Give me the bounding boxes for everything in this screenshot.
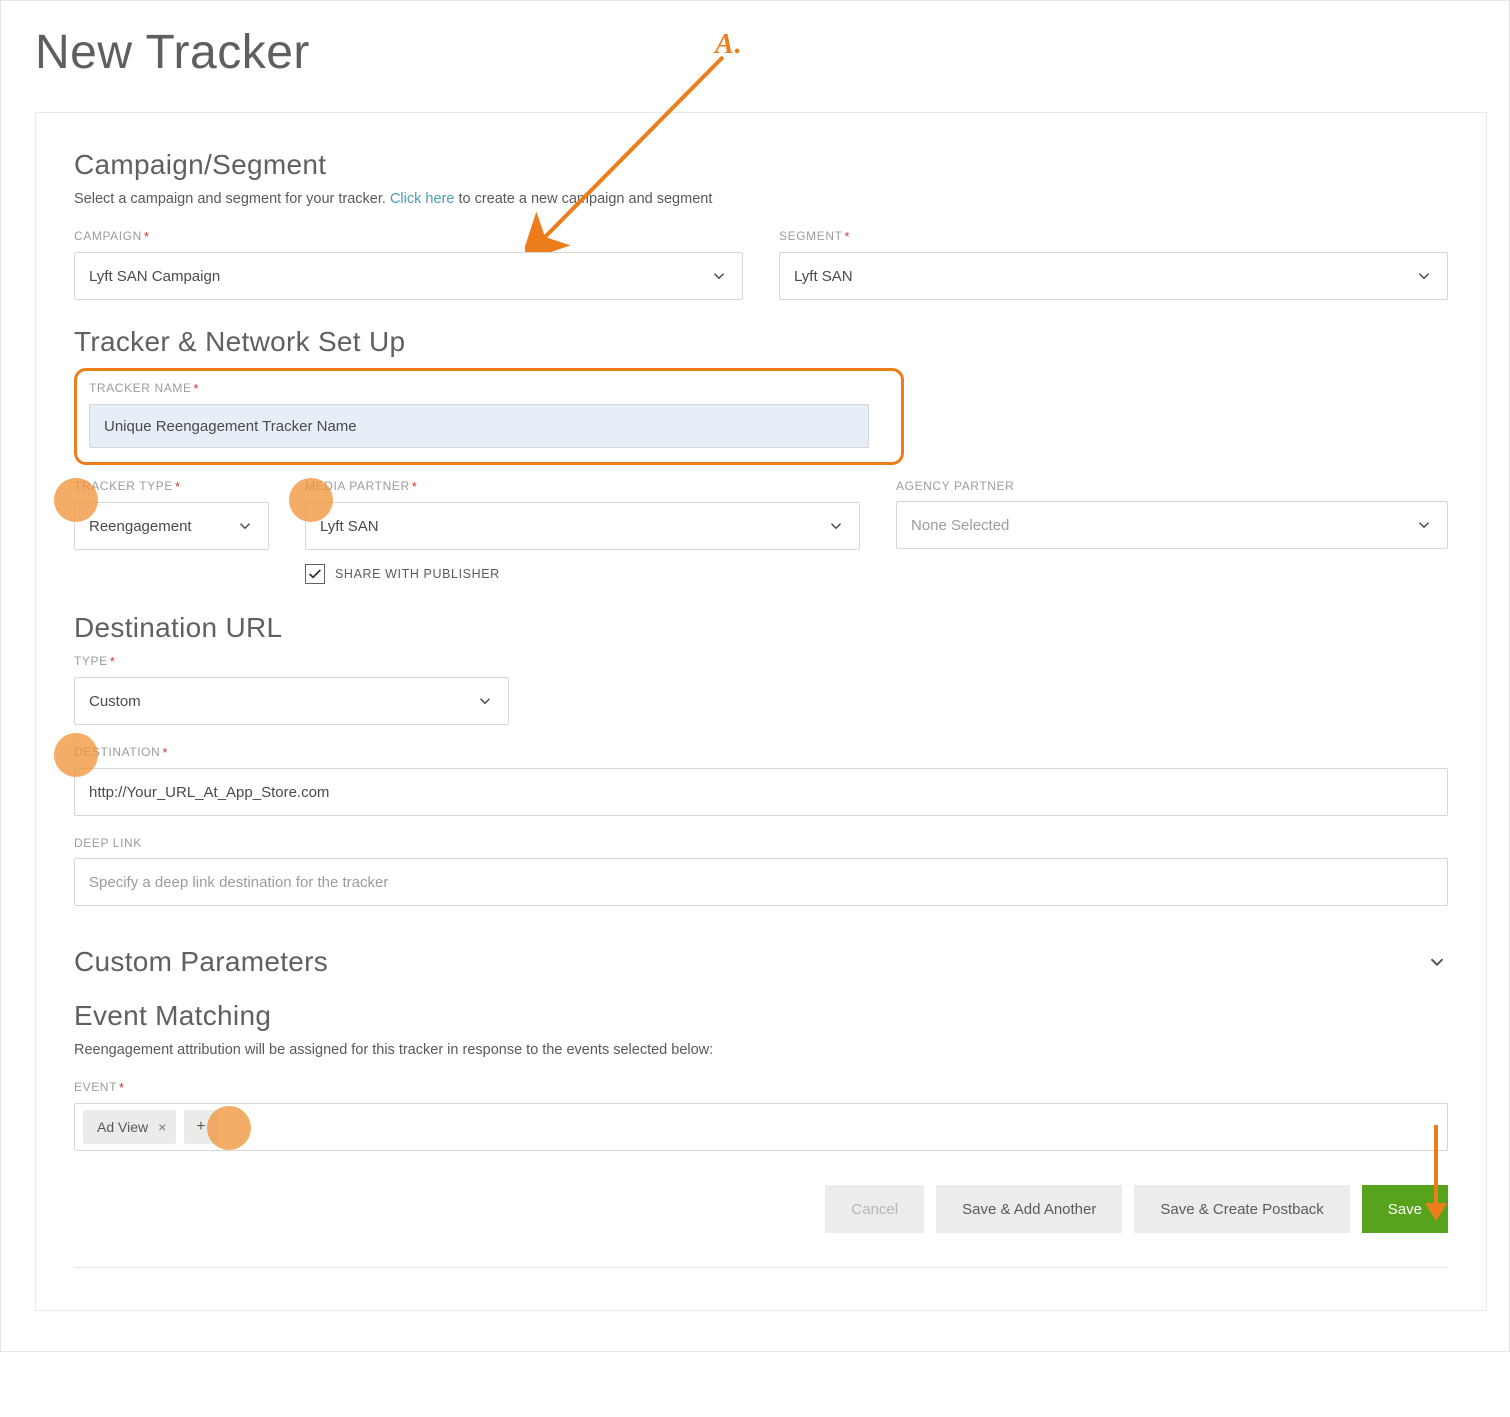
event-section-title: Event Matching <box>74 1000 1448 1032</box>
save-button[interactable]: Save <box>1362 1185 1448 1233</box>
chevron-down-icon <box>236 517 254 535</box>
cancel-button[interactable]: Cancel <box>825 1185 924 1233</box>
media-partner-label: MEDIA PARTNER* <box>305 479 860 494</box>
tracker-type-value: Reengagement <box>89 518 192 535</box>
tracker-section-title: Tracker & Network Set Up <box>74 326 1448 358</box>
tracker-type-label: TRACKER TYPE* <box>74 479 269 494</box>
campaign-subtitle-post: to create a new campaign and segment <box>454 191 712 207</box>
agency-partner-value: None Selected <box>911 517 1009 534</box>
annotation-a-label: A. <box>715 29 743 61</box>
tracker-type-select[interactable]: Reengagement <box>74 502 269 550</box>
campaign-select-value: Lyft SAN Campaign <box>89 268 220 285</box>
tracker-name-highlight: TRACKER NAME* <box>74 368 904 465</box>
save-create-postback-button[interactable]: Save & Create Postback <box>1134 1185 1349 1233</box>
campaign-section-title: Campaign/Segment <box>74 149 1448 181</box>
tracker-name-input[interactable] <box>89 404 869 448</box>
agency-partner-select[interactable]: None Selected <box>896 501 1448 549</box>
event-chip-value: Ad View <box>97 1119 148 1135</box>
deep-link-label: DEEP LINK <box>74 836 1448 850</box>
chevron-down-icon <box>1415 516 1433 534</box>
create-campaign-link[interactable]: Click here <box>390 191 454 207</box>
event-section-subtitle: Reengagement attribution will be assigne… <box>74 1042 1448 1058</box>
chevron-down-icon <box>827 517 845 535</box>
chevron-down-icon <box>476 692 494 710</box>
destination-label: DESTINATION* <box>74 745 1448 760</box>
plus-icon: + <box>196 1118 205 1136</box>
campaign-section-subtitle: Select a campaign and segment for your t… <box>74 191 1448 207</box>
segment-select-value: Lyft SAN <box>794 268 853 285</box>
chip-remove-icon[interactable]: × <box>158 1119 166 1135</box>
event-add-chip[interactable]: + <box>184 1110 217 1144</box>
destination-type-select[interactable]: Custom <box>74 677 509 725</box>
footer-divider <box>74 1267 1448 1274</box>
media-partner-select[interactable]: Lyft SAN <box>305 502 860 550</box>
share-publisher-checkbox[interactable] <box>305 564 325 584</box>
page-title: New Tracker <box>35 25 1487 80</box>
campaign-select[interactable]: Lyft SAN Campaign <box>74 252 743 300</box>
custom-params-title: Custom Parameters <box>74 946 328 978</box>
agency-partner-label: AGENCY PARTNER <box>896 479 1448 493</box>
destination-input[interactable] <box>74 768 1448 816</box>
segment-label: SEGMENT* <box>779 229 1448 244</box>
chevron-down-icon <box>710 267 728 285</box>
event-chip-input[interactable]: Ad View × + <box>74 1103 1448 1151</box>
chevron-down-icon <box>1415 267 1433 285</box>
destination-type-value: Custom <box>89 693 141 710</box>
deep-link-input[interactable] <box>74 858 1448 906</box>
segment-select[interactable]: Lyft SAN <box>779 252 1448 300</box>
destination-section-title: Destination URL <box>74 612 1448 644</box>
campaign-label: CAMPAIGN* <box>74 229 743 244</box>
destination-type-label: TYPE* <box>74 654 1448 669</box>
chevron-down-icon[interactable] <box>1426 951 1448 973</box>
tracker-name-label: TRACKER NAME* <box>89 381 889 396</box>
share-publisher-label: SHARE WITH PUBLISHER <box>335 567 500 581</box>
check-icon <box>307 566 323 582</box>
media-partner-value: Lyft SAN <box>320 518 379 535</box>
save-add-another-button[interactable]: Save & Add Another <box>936 1185 1122 1233</box>
event-chip: Ad View × <box>83 1110 176 1144</box>
campaign-subtitle-pre: Select a campaign and segment for your t… <box>74 191 390 207</box>
event-label: EVENT* <box>74 1080 1448 1095</box>
